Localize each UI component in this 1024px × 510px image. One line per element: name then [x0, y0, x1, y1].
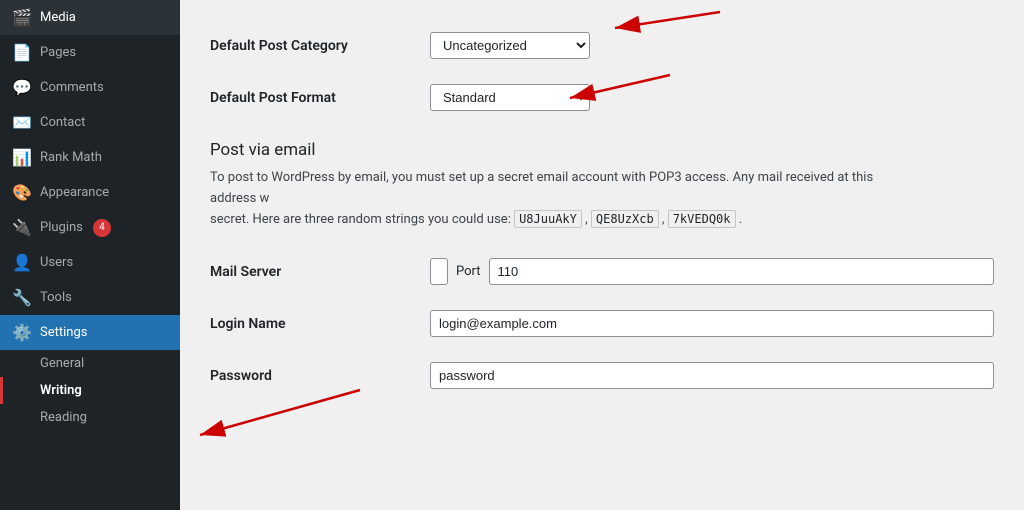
- badge-plugins: 4: [93, 219, 111, 237]
- plugins-icon: 🔌: [12, 218, 32, 237]
- random-string: QE8UzXcb: [591, 210, 659, 228]
- select-default-post-format[interactable]: StandardAsideGalleryLinkImageQuoteVideoA…: [430, 84, 590, 111]
- row-mail-server: Mail Server Port: [210, 246, 994, 298]
- port-input[interactable]: [489, 258, 994, 285]
- rankmath-icon: 📊: [12, 148, 32, 167]
- users-icon: 👤: [12, 253, 32, 272]
- sidebar-label-pages: Pages: [40, 45, 76, 60]
- media-icon: 🎬: [12, 8, 32, 27]
- row-password: Password: [210, 350, 994, 402]
- sidebar-item-tools[interactable]: 🔧 Tools: [0, 280, 180, 315]
- label-default-post-format: Default Post Format: [210, 84, 430, 106]
- sidebar-label-rankmath: Rank Math: [40, 150, 102, 165]
- main-content: Default Post CategoryUncategorizedDefaul…: [180, 0, 1024, 510]
- settings-icon: ⚙️: [12, 323, 32, 342]
- sidebar: 🎬 Media 📄 Pages 💬 Comments ✉️ Contact 📊 …: [0, 0, 180, 510]
- sidebar-label-comments: Comments: [40, 80, 104, 95]
- label-default-post-category: Default Post Category: [210, 32, 430, 54]
- sidebar-item-users[interactable]: 👤 Users: [0, 245, 180, 280]
- appearance-icon: 🎨: [12, 183, 32, 202]
- sidebar-label-appearance: Appearance: [40, 185, 109, 200]
- submenu-item-writing[interactable]: Writing: [0, 377, 180, 404]
- field-password: [430, 362, 994, 389]
- mail-server-row: Port: [430, 258, 994, 285]
- sidebar-label-settings: Settings: [40, 325, 87, 340]
- random-string: 7kVEDQ0k: [668, 210, 736, 228]
- login-name-input[interactable]: [430, 310, 994, 337]
- sidebar-label-tools: Tools: [40, 290, 72, 305]
- sidebar-item-pages[interactable]: 📄 Pages: [0, 35, 180, 70]
- pages-icon: 📄: [12, 43, 32, 62]
- label-password: Password: [210, 362, 430, 384]
- sidebar-item-media[interactable]: 🎬 Media: [0, 0, 180, 35]
- comments-icon: 💬: [12, 78, 32, 97]
- sidebar-item-rankmath[interactable]: 📊 Rank Math: [0, 140, 180, 175]
- post-via-email-title: Post via email: [210, 140, 994, 160]
- sidebar-label-media: Media: [40, 10, 76, 25]
- submenu-item-reading[interactable]: Reading: [0, 404, 180, 431]
- submenu-item-general[interactable]: General: [0, 350, 180, 377]
- label-mail-server: Mail Server: [210, 258, 430, 280]
- sidebar-item-comments[interactable]: 💬 Comments: [0, 70, 180, 105]
- mail-server-input[interactable]: [430, 258, 448, 285]
- post-via-email-desc: To post to WordPress by email, you must …: [210, 168, 910, 230]
- field-mail-server: Port: [430, 258, 994, 285]
- settings-submenu: GeneralWritingReading: [0, 350, 180, 431]
- select-default-post-category[interactable]: Uncategorized: [430, 32, 590, 59]
- sidebar-item-contact[interactable]: ✉️ Contact: [0, 105, 180, 140]
- field-login-name: [430, 310, 994, 337]
- sidebar-item-settings[interactable]: ⚙️ Settings: [0, 315, 180, 350]
- row-default-post-category: Default Post CategoryUncategorized: [210, 20, 994, 72]
- sidebar-label-users: Users: [40, 255, 73, 270]
- sidebar-item-appearance[interactable]: 🎨 Appearance: [0, 175, 180, 210]
- sidebar-label-plugins: Plugins: [40, 220, 83, 235]
- row-default-post-format: Default Post FormatStandardAsideGalleryL…: [210, 72, 994, 124]
- row-login-name: Login Name: [210, 298, 994, 350]
- field-default-post-category: Uncategorized: [430, 32, 994, 59]
- label-login-name: Login Name: [210, 310, 430, 332]
- password-input[interactable]: [430, 362, 994, 389]
- port-label: Port: [456, 264, 481, 279]
- sidebar-label-contact: Contact: [40, 115, 85, 130]
- tools-icon: 🔧: [12, 288, 32, 307]
- field-default-post-format: StandardAsideGalleryLinkImageQuoteVideoA…: [430, 84, 994, 111]
- sidebar-item-plugins[interactable]: 🔌 Plugins 4: [0, 210, 180, 245]
- contact-icon: ✉️: [12, 113, 32, 132]
- random-string: U8JuuAkY: [514, 210, 582, 228]
